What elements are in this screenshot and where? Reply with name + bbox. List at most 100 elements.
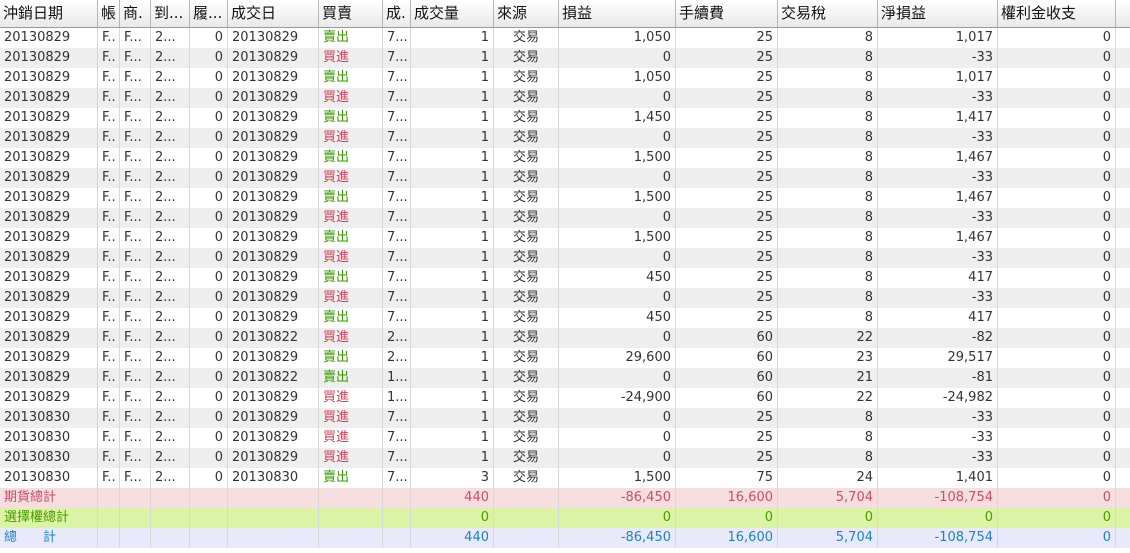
- column-header-acct[interactable]: 帳: [98, 0, 120, 27]
- cell-qty: 3: [411, 468, 494, 488]
- table-row[interactable]: 20130829 F.. F... 2... 0 20130829 賣出 2... 1 交易 29,…: [0, 348, 1130, 368]
- cell-tax: 8: [778, 228, 878, 248]
- table-row[interactable]: 20130829 F.. F... 2... 0 20130829 賣出 7... 1 交易 1,5…: [0, 188, 1130, 208]
- table-row[interactable]: 20130829 F.. F... 2... 0 20130829 買進 7... 1 交易 0 25…: [0, 48, 1130, 68]
- cell-prod: F...: [120, 108, 151, 128]
- cell-fee: 25: [676, 148, 778, 168]
- table-row[interactable]: 20130829 F.. F... 2... 0 20130829 賣出 7... 1 交易 1,5…: [0, 228, 1130, 248]
- table-row[interactable]: 20130829 F.. F... 2... 0 20130829 賣出 7... 1 交易 1,5…: [0, 148, 1130, 168]
- summary-cell-tdate: [228, 528, 319, 548]
- grid-header: 沖銷日期帳商. 到... 履... 成交日 買賣 成. 成交量 來源 損益 手續費 交易稅 淨損益 權利…: [0, 0, 1130, 28]
- cell-bs: 買進: [319, 388, 383, 408]
- column-header-settle[interactable]: 沖銷日期: [0, 0, 98, 27]
- cell-qty: 1: [411, 348, 494, 368]
- cell-tax: 8: [778, 128, 878, 148]
- grid-body: 20130829 F.. F... 2... 0 20130829 賣出 7... 1 交易 1,0…: [0, 28, 1130, 488]
- table-row[interactable]: 20130829 F.. F... 2... 0 20130829 買進 7... 1 交易 0 25…: [0, 248, 1130, 268]
- table-row[interactable]: 20130829 F.. F... 2... 0 20130829 賣出 7... 1 交易 1,0…: [0, 68, 1130, 88]
- cell-acct: F..: [98, 48, 120, 68]
- table-row[interactable]: 20130829 F.. F... 2... 0 20130829 買進 7... 1 交易 0 25…: [0, 168, 1130, 188]
- cell-qty: 1: [411, 228, 494, 248]
- cell-settle: 20130829: [0, 348, 98, 368]
- table-row[interactable]: 20130829 F.. F... 2... 0 20130829 買進 7... 1 交易 0 25…: [0, 128, 1130, 148]
- cell-exp: 2...: [151, 428, 190, 448]
- cell-source: 交易: [494, 188, 559, 208]
- cell-acct: F..: [98, 268, 120, 288]
- summary-cell-source: [494, 528, 559, 548]
- table-row[interactable]: 20130829 F.. F... 2... 0 20130822 賣出 1... 1 交易 0 60…: [0, 368, 1130, 388]
- cell-prod: F...: [120, 288, 151, 308]
- cell-strike: 0: [190, 128, 228, 148]
- cell-exp: 2...: [151, 188, 190, 208]
- cell-acct: F..: [98, 208, 120, 228]
- cell-tdate: 20130829: [228, 188, 319, 208]
- column-header-tdate[interactable]: 成交日: [228, 0, 319, 27]
- cell-prod: F...: [120, 68, 151, 88]
- cell-net: 417: [878, 308, 998, 328]
- summary-cell-tax: 5,704: [778, 528, 878, 548]
- cell-pl: 0: [559, 88, 676, 108]
- cell-fee: 60: [676, 388, 778, 408]
- column-header-prod[interactable]: 商.: [120, 0, 151, 27]
- cell-acct: F..: [98, 408, 120, 428]
- cell-prem: 0: [998, 148, 1116, 168]
- cell-strike: 0: [190, 368, 228, 388]
- cell-source: 交易: [494, 448, 559, 468]
- summary-label: 總 計: [0, 528, 98, 548]
- cell-acct: F..: [98, 428, 120, 448]
- table-row[interactable]: 20130830 F.. F... 2... 0 20130829 買進 7... 1 交易 0 25…: [0, 428, 1130, 448]
- column-header-tax[interactable]: 交易稅: [778, 0, 878, 27]
- cell-prod: F...: [120, 408, 151, 428]
- cell-settle: 20130830: [0, 468, 98, 488]
- column-header-fee[interactable]: 手續費: [676, 0, 778, 27]
- cell-net: -33: [878, 408, 998, 428]
- summary-cell-bs: [319, 488, 383, 508]
- table-row[interactable]: 20130829 F.. F... 2... 0 20130829 買進 7... 1 交易 0 25…: [0, 88, 1130, 108]
- column-header-source[interactable]: 來源: [494, 0, 559, 27]
- summary-cell-acct: [98, 528, 120, 548]
- cell-net: 1,401: [878, 468, 998, 488]
- table-row[interactable]: 20130830 F.. F... 2... 0 20130830 賣出 7... 3 交易 1,5…: [0, 468, 1130, 488]
- column-header-price[interactable]: 成.: [383, 0, 411, 27]
- column-header-pl[interactable]: 損益: [559, 0, 676, 27]
- cell-acct: F..: [98, 168, 120, 188]
- cell-price: 7...: [383, 68, 411, 88]
- table-row[interactable]: 20130829 F.. F... 2... 0 20130829 賣出 7... 1 交易 450…: [0, 268, 1130, 288]
- column-header-strike[interactable]: 履...: [190, 0, 228, 27]
- summary-cell-net: -108,754: [878, 488, 998, 508]
- table-row[interactable]: 20130829 F.. F... 2... 0 20130829 賣出 7... 1 交易 1,4…: [0, 108, 1130, 128]
- cell-fee: 25: [676, 248, 778, 268]
- cell-settle: 20130829: [0, 108, 98, 128]
- table-row[interactable]: 20130829 F.. F... 2... 0 20130829 買進 7... 1 交易 0 25…: [0, 288, 1130, 308]
- cell-acct: F..: [98, 128, 120, 148]
- cell-exp: 2...: [151, 28, 190, 48]
- column-header-bs[interactable]: 買賣: [319, 0, 383, 27]
- cell-acct: F..: [98, 468, 120, 488]
- column-header-qty[interactable]: 成交量: [411, 0, 494, 27]
- cell-source: 交易: [494, 428, 559, 448]
- table-row[interactable]: 20130829 F.. F... 2... 0 20130829 買進 7... 1 交易 0 25…: [0, 208, 1130, 228]
- column-header-net[interactable]: 淨損益: [878, 0, 998, 27]
- cell-net: 1,017: [878, 28, 998, 48]
- cell-bs: 賣出: [319, 268, 383, 288]
- table-row[interactable]: 20130830 F.. F... 2... 0 20130829 買進 7... 1 交易 0 25…: [0, 448, 1130, 468]
- cell-bs: 賣出: [319, 368, 383, 388]
- table-row[interactable]: 20130829 F.. F... 2... 0 20130829 賣出 7... 1 交易 1,0…: [0, 28, 1130, 48]
- summary-cell-tdate: [228, 488, 319, 508]
- table-row[interactable]: 20130829 F.. F... 2... 0 20130829 買進 1... 1 交易 -24…: [0, 388, 1130, 408]
- cell-source: 交易: [494, 408, 559, 428]
- cell-price: 7...: [383, 268, 411, 288]
- cell-fee: 25: [676, 168, 778, 188]
- column-header-prem[interactable]: 權利金收支: [998, 0, 1116, 27]
- cell-bs: 買進: [319, 128, 383, 148]
- cell-fee: 25: [676, 188, 778, 208]
- column-header-exp[interactable]: 到...: [151, 0, 190, 27]
- cell-tdate: 20130829: [228, 228, 319, 248]
- table-row[interactable]: 20130830 F.. F... 2... 0 20130829 買進 7... 1 交易 0 25…: [0, 408, 1130, 428]
- cell-acct: F..: [98, 368, 120, 388]
- cell-source: 交易: [494, 268, 559, 288]
- cell-settle: 20130829: [0, 68, 98, 88]
- table-row[interactable]: 20130829 F.. F... 2... 0 20130822 買進 2... 1 交易 0 60…: [0, 328, 1130, 348]
- cell-pl: 0: [559, 288, 676, 308]
- table-row[interactable]: 20130829 F.. F... 2... 0 20130829 賣出 7... 1 交易 450…: [0, 308, 1130, 328]
